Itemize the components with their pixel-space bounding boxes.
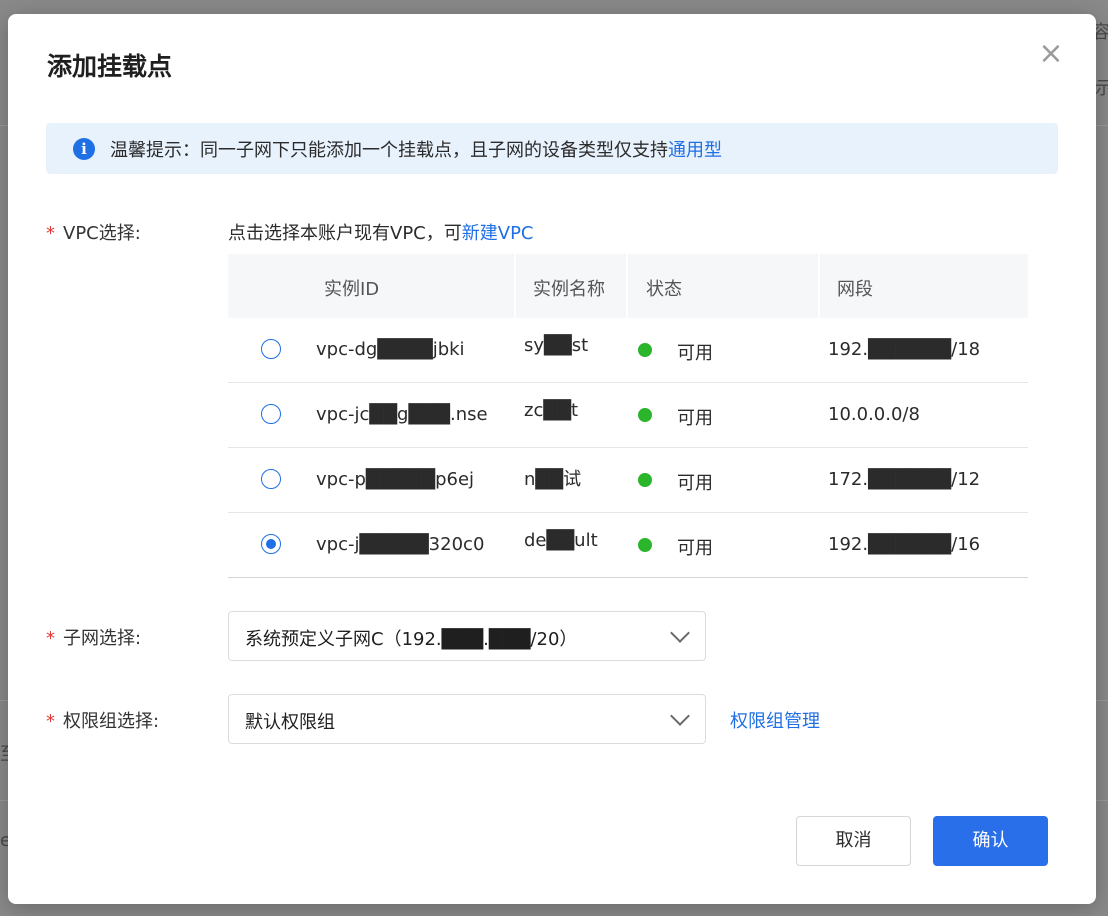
vpc-hint-text: 点击选择本账户现有VPC，可 (228, 223, 462, 244)
vpc-cidr: 10.0.0.0/8 (828, 404, 920, 425)
tip-message: 温馨提示：同一子网下只能添加一个挂载点，且子网的设备类型仅支持 (110, 139, 668, 161)
vpc-status: 可用 (677, 408, 713, 429)
vpc-label-text: VPC选择: (63, 223, 141, 244)
table-row[interactable]: vpc-p█████p6ej n██试 可用 172.██████/12 (228, 448, 1028, 513)
vpc-cidr: 192.██████/16 (828, 534, 981, 555)
column-divider (626, 254, 628, 318)
vpc-id: vpc-dg████jbki (316, 339, 465, 360)
vpc-name: n██试 (524, 469, 582, 490)
create-vpc-link[interactable]: 新建VPC (462, 223, 534, 244)
table-row[interactable]: vpc-dg████jbki sy██st 可用 192.██████/18 (228, 318, 1028, 383)
tip-text: 温馨提示：同一子网下只能添加一个挂载点，且子网的设备类型仅支持通用型 (110, 136, 722, 162)
vpc-cidr: 172.██████/12 (828, 469, 981, 490)
table-header: 实例ID 实例名称 状态 网段 (228, 254, 1028, 318)
vpc-hint: 点击选择本账户现有VPC，可新建VPC (228, 219, 534, 245)
vpc-radio[interactable] (261, 339, 281, 359)
confirm-button[interactable]: 确认 (933, 816, 1048, 866)
column-divider (818, 254, 820, 318)
vpc-cidr: 192.██████/18 (828, 339, 981, 360)
vpc-label: * VPC选择: (46, 219, 141, 245)
add-mount-point-dialog: 添加挂载点 × i 温馨提示：同一子网下只能添加一个挂载点，且子网的设备类型仅支… (8, 14, 1096, 904)
subnet-select[interactable]: 系统预定义子网C（192.███.███/20） (228, 611, 706, 661)
vpc-radio-selected[interactable] (261, 534, 281, 554)
vpc-radio[interactable] (261, 469, 281, 489)
close-icon[interactable]: × (1036, 39, 1066, 70)
subnet-label-text: 子网选择: (63, 628, 142, 649)
vpc-name: de██ult (524, 530, 598, 551)
subnet-select-value: 系统预定义子网C（192.███.███/20） (245, 629, 578, 650)
permission-label: * 权限组选择: (46, 707, 159, 733)
vpc-id: vpc-jc██g███.nse (316, 404, 488, 425)
required-mark: * (46, 711, 55, 732)
required-mark: * (46, 628, 55, 649)
info-icon: i (73, 137, 95, 160)
subnet-label: * 子网选择: (46, 624, 141, 650)
cancel-button[interactable]: 取消 (796, 816, 911, 866)
vpc-status: 可用 (677, 343, 713, 364)
table-row[interactable]: vpc-jc██g███.nse zc██t 可用 10.0.0.0/8 (228, 383, 1028, 448)
vpc-id: vpc-j█████320c0 (316, 534, 485, 555)
permission-manage-link[interactable]: 权限组管理 (730, 707, 820, 733)
vpc-status: 可用 (677, 473, 713, 494)
general-type-link[interactable]: 通用型 (668, 140, 722, 161)
chevron-down-icon (670, 623, 690, 643)
vpc-name: sy██st (524, 335, 589, 356)
vpc-radio[interactable] (261, 404, 281, 424)
vpc-table: 实例ID 实例名称 状态 网段 vpc-dg████jbki sy██st 可用… (228, 254, 1028, 578)
status-dot (638, 408, 652, 422)
column-header-cidr: 网段 (837, 279, 873, 300)
column-header-instance-name: 实例名称 (533, 279, 605, 300)
status-dot (638, 538, 652, 552)
permission-label-text: 权限组选择: (63, 711, 160, 732)
table-row[interactable]: vpc-j█████320c0 de██ult 可用 192.██████/16 (228, 513, 1028, 578)
permission-select-value: 默认权限组 (245, 712, 335, 733)
vpc-status: 可用 (677, 538, 713, 559)
status-dot (638, 473, 652, 487)
bg-text-fragment: 示 (1095, 78, 1108, 99)
dialog-title: 添加挂载点 (47, 52, 173, 81)
required-mark: * (46, 223, 55, 244)
permission-select[interactable]: 默认权限组 (228, 694, 706, 744)
column-divider (514, 254, 516, 318)
chevron-down-icon (670, 706, 690, 726)
status-dot (638, 343, 652, 357)
vpc-name: zc██t (524, 400, 579, 421)
tip-banner: i 温馨提示：同一子网下只能添加一个挂载点，且子网的设备类型仅支持通用型 (46, 123, 1058, 174)
vpc-id: vpc-p█████p6ej (316, 469, 475, 490)
column-header-instance-id: 实例ID (324, 279, 380, 300)
column-header-status: 状态 (646, 279, 682, 300)
